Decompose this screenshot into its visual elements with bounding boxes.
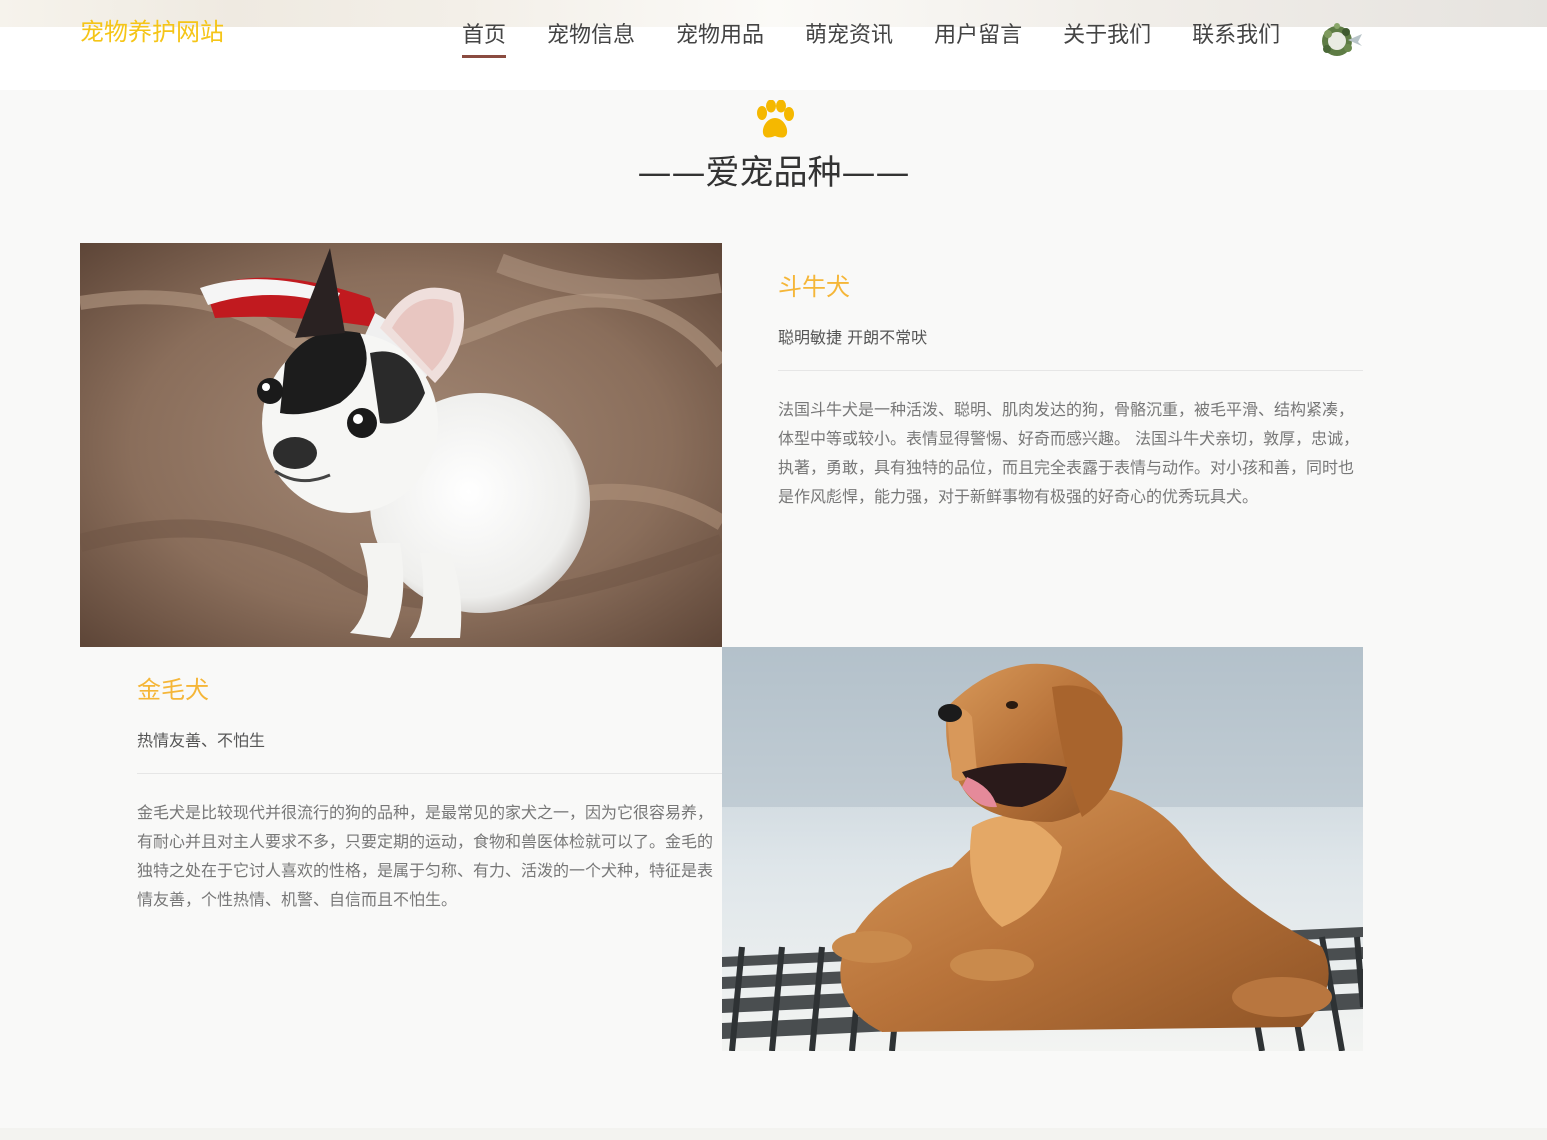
divider xyxy=(778,370,1363,371)
footer-strip xyxy=(0,1128,1547,1140)
breed-name[interactable]: 金毛犬 xyxy=(137,673,722,707)
section-title: ——爱宠品种—— xyxy=(637,153,910,193)
nav-item-contact[interactable]: 联系我们 xyxy=(1192,20,1280,58)
nav-item-pet-info[interactable]: 宠物信息 xyxy=(547,20,635,58)
main-nav: 首页 宠物信息 宠物用品 萌宠资讯 用户留言 关于我们 联系我们 xyxy=(462,20,1321,58)
breed-name[interactable]: 斗牛犬 xyxy=(778,270,1363,304)
site-logo[interactable]: 宠物养护网站 xyxy=(80,12,224,47)
nav-item-about[interactable]: 关于我们 xyxy=(1063,20,1151,58)
breed-description: 金毛犬是比较现代并很流行的狗的品种，是最常见的家犬之一，因为它很容易养，有耐心并… xyxy=(137,803,714,909)
section-header: ——爱宠品种—— xyxy=(0,100,1547,194)
golden-retriever-photo xyxy=(722,647,1363,1051)
nav-item-messages[interactable]: 用户留言 xyxy=(934,20,1022,58)
nav-item-pet-supplies[interactable]: 宠物用品 xyxy=(676,20,764,58)
breed-description: 法国斗牛犬是一种活泼、聪明、肌肉发达的狗，骨骼沉重，被毛平滑、结构紧凑，体型中等… xyxy=(778,400,1360,506)
breed-card-bulldog: 斗牛犬 聪明敏捷 开朗不常吠 法国斗牛犬是一种活泼、聪明、肌肉发达的狗，骨骼沉重… xyxy=(778,270,1363,511)
nav-item-home[interactable]: 首页 xyxy=(462,20,507,58)
paw-icon xyxy=(756,100,794,138)
divider xyxy=(137,773,722,774)
user-avatar[interactable] xyxy=(1318,20,1362,60)
breed-card-golden-retriever: 金毛犬 热情友善、不怕生 金毛犬是比较现代并很流行的狗的品种，是最常见的家犬之一… xyxy=(137,673,722,914)
site-header: 宠物养护网站 首页 宠物信息 宠物用品 萌宠资讯 用户留言 关于我们 联系我们 xyxy=(0,0,1547,90)
breed-tagline: 聪明敏捷 开朗不常吠 xyxy=(778,328,928,347)
bulldog-photo xyxy=(80,243,722,647)
nav-item-pet-news[interactable]: 萌宠资讯 xyxy=(805,20,893,58)
breed-tagline: 热情友善、不怕生 xyxy=(137,731,266,750)
